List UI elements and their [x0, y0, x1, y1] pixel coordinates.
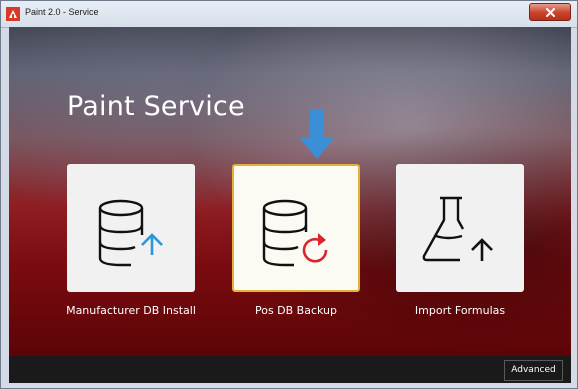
app-window: Paint 2.0 - Service Paint Service Manufa…	[0, 0, 578, 389]
main-panel: Paint Service Manufacturer DB Install Po…	[9, 27, 571, 356]
flask-upload-icon	[422, 196, 493, 262]
close-button[interactable]	[529, 3, 571, 21]
database-upload-icon	[98, 199, 163, 267]
paint-app-icon	[6, 6, 20, 21]
title-bar[interactable]: Paint 2.0 - Service	[1, 1, 577, 28]
manufacturer-db-install-tile[interactable]	[67, 164, 195, 292]
close-icon	[546, 8, 555, 17]
down-arrow-icon	[300, 109, 334, 163]
advanced-button[interactable]: Advanced	[504, 360, 563, 381]
import-formulas-tile[interactable]	[396, 164, 524, 292]
database-refresh-icon	[262, 199, 328, 267]
page-title: Paint Service	[67, 91, 245, 122]
tile-label: Manufacturer DB Install	[66, 304, 196, 317]
tile-label: Import Formulas	[414, 304, 506, 317]
tile-label: Pos DB Backup	[254, 304, 338, 317]
bottom-bar: Advanced	[9, 356, 571, 383]
window-title: Paint 2.0 - Service	[25, 7, 99, 17]
pos-db-backup-tile[interactable]	[232, 164, 360, 292]
